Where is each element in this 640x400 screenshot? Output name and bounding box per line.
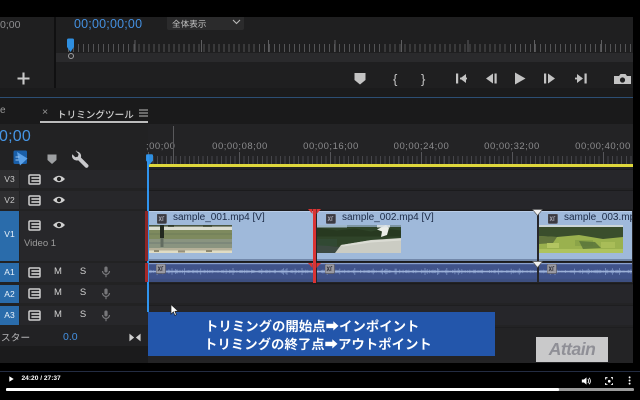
svg-text:}: } xyxy=(421,72,426,87)
svg-text:{: { xyxy=(393,72,398,87)
